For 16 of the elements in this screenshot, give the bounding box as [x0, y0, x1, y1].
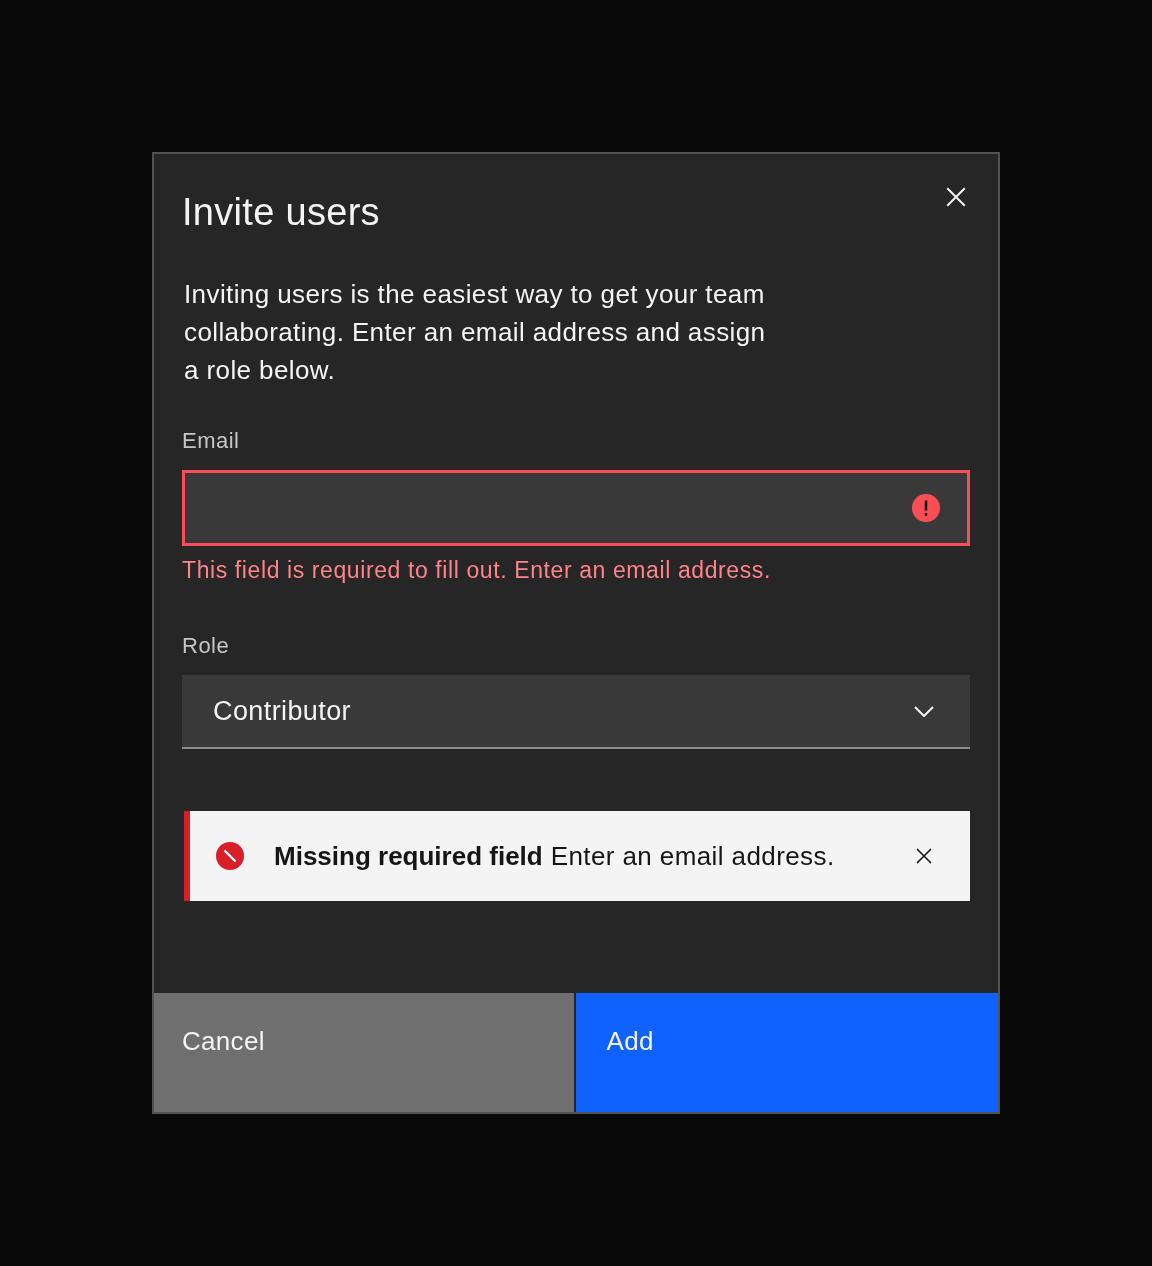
error-message: This field is required to fill out. Enter an email address. — [182, 556, 772, 584]
field-label: Role — [182, 632, 231, 660]
cancel-button[interactable]: Cancel — [154, 993, 574, 1112]
close-icon — [946, 187, 966, 207]
add-button[interactable]: Add — [575, 993, 998, 1112]
email-input-field[interactable] — [182, 470, 970, 546]
modal-description: Inviting users is the easiest way to get your team collaborating. Enter an email address and assign a role below. — [184, 278, 767, 387]
role-select[interactable]: Contributor — [182, 675, 970, 749]
notification-subtitle: Enter an email address. — [550, 839, 835, 873]
close-icon — [916, 848, 932, 864]
modal-title: Invite users — [182, 191, 380, 233]
field-label: Email — [182, 427, 241, 455]
chevron-down-icon — [914, 705, 934, 717]
error-icon — [912, 494, 940, 522]
blocked-icon — [216, 842, 244, 870]
notification-title: Missing required field — [274, 839, 543, 873]
